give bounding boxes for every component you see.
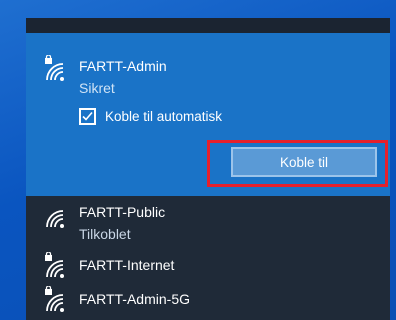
network-status: Tilkoblet xyxy=(79,226,131,242)
network-name: FARTT-Public xyxy=(79,204,166,220)
secured-wifi-icon xyxy=(41,286,75,316)
network-status: Sikret xyxy=(79,80,115,96)
auto-connect-checkbox[interactable] xyxy=(79,108,96,125)
secured-wifi-icon xyxy=(41,55,75,85)
network-name: FARTT-Internet xyxy=(79,257,175,273)
checkmark-icon xyxy=(82,111,93,121)
wifi-icon xyxy=(41,202,75,232)
network-item-fartt-public[interactable]: FARTT-Public Tilkoblet xyxy=(26,196,390,252)
network-item-fartt-admin-5g[interactable]: FARTT-Admin-5G xyxy=(26,286,390,320)
network-name: FARTT-Admin-5G xyxy=(79,291,190,307)
network-item-fartt-admin[interactable]: FARTT-Admin Sikret Koble til automatisk … xyxy=(26,33,390,196)
auto-connect-option[interactable]: Koble til automatisk xyxy=(79,108,339,128)
auto-connect-label: Koble til automatisk xyxy=(105,109,223,124)
wifi-flyout-panel: FARTT-Admin Sikret Koble til automatisk … xyxy=(26,18,390,320)
network-name: FARTT-Admin xyxy=(79,58,167,74)
secured-wifi-icon xyxy=(41,252,75,282)
connect-button[interactable]: Koble til xyxy=(231,147,377,177)
panel-top-strip xyxy=(26,18,390,33)
